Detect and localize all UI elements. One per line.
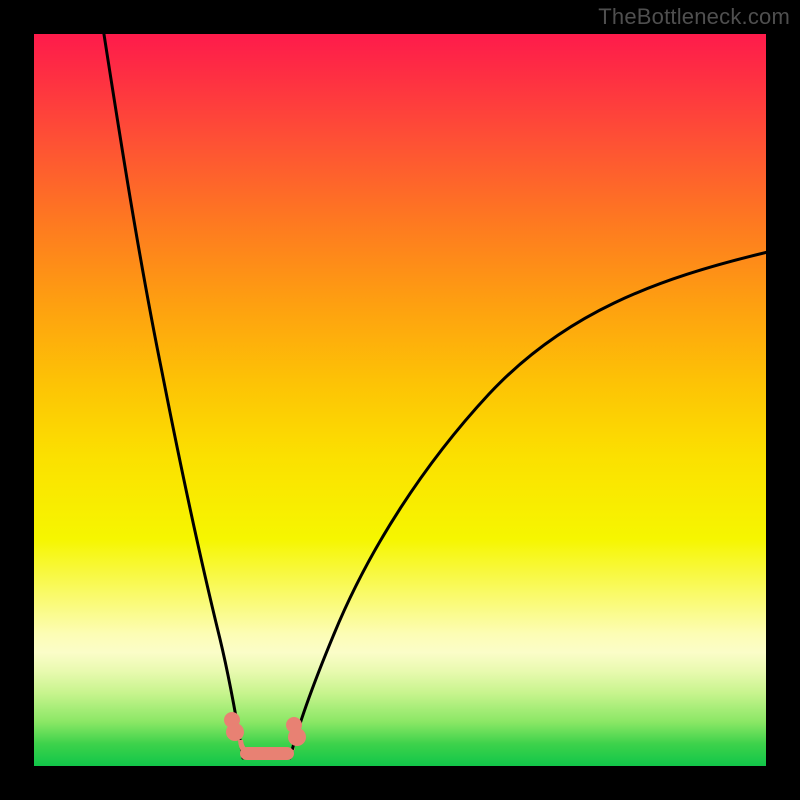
left-curve [103, 34, 243, 758]
marker-dot [288, 728, 306, 746]
marker-dot [226, 723, 244, 741]
chart-container: TheBottleneck.com [0, 0, 800, 800]
bottom-marker-cluster [224, 712, 306, 760]
plot-area [34, 34, 766, 766]
watermark-text: TheBottleneck.com [598, 4, 790, 30]
right-curve [290, 252, 766, 758]
chart-svg [34, 34, 766, 766]
marker-u-fill [240, 747, 294, 760]
